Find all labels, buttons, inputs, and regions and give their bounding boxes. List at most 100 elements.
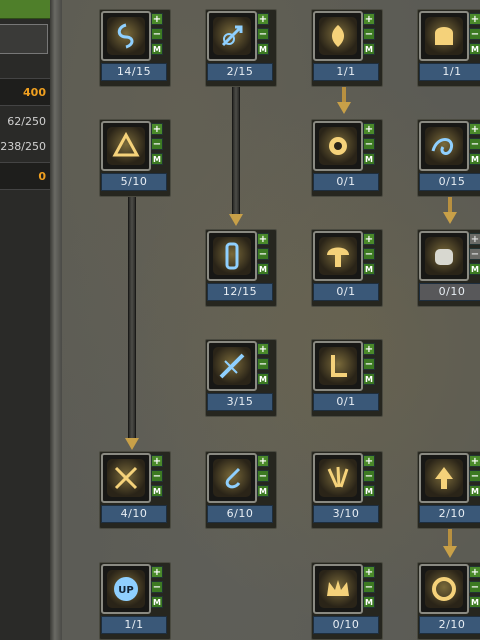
skill-minus-button[interactable]: − xyxy=(363,28,375,40)
skill-minus-button[interactable]: − xyxy=(257,470,269,482)
skill-plus-button[interactable]: + xyxy=(363,566,375,578)
skill-plus-button[interactable]: + xyxy=(151,566,163,578)
skill-plus-button[interactable]: + xyxy=(257,13,269,25)
skill-card-s5[interactable]: + − M 5/10 xyxy=(99,119,171,197)
skill-icon-frame[interactable] xyxy=(313,231,363,281)
skill-minus-button[interactable]: − xyxy=(363,138,375,150)
skill-max-button[interactable]: M xyxy=(469,43,480,55)
skill-card-s19[interactable]: + − M 2/10 xyxy=(417,562,480,640)
skill-icon-frame[interactable] xyxy=(419,11,469,61)
skill-card-s8[interactable]: + − M 12/15 xyxy=(205,229,277,307)
skill-plus-button[interactable]: + xyxy=(151,123,163,135)
skill-card-s2[interactable]: + − M 2/15 xyxy=(205,9,277,87)
skill-max-button[interactable]: M xyxy=(363,485,375,497)
skill-level: 2/10 xyxy=(419,505,480,523)
skill-plus-button[interactable]: + xyxy=(151,13,163,25)
skill-max-button[interactable]: M xyxy=(151,485,163,497)
skill-plus-button[interactable]: + xyxy=(151,455,163,467)
skill-minus-button[interactable]: − xyxy=(151,138,163,150)
skill-minus-button[interactable]: − xyxy=(257,358,269,370)
swirl-hook-icon xyxy=(213,459,251,497)
skill-max-button[interactable]: M xyxy=(257,485,269,497)
skill-minus-button[interactable]: − xyxy=(469,248,480,260)
skill-icon-frame[interactable] xyxy=(101,121,151,171)
skill-plus-button[interactable]: + xyxy=(363,123,375,135)
skill-minus-button[interactable]: − xyxy=(363,358,375,370)
skill-max-button[interactable]: M xyxy=(469,485,480,497)
skill-icon-frame[interactable] xyxy=(207,11,257,61)
skill-plus-button[interactable]: + xyxy=(257,233,269,245)
skill-buttons: + − M xyxy=(363,455,377,500)
skill-minus-button[interactable]: − xyxy=(257,28,269,40)
skill-card-s4[interactable]: + − M 1/1 xyxy=(417,9,480,87)
skill-buttons: + − M xyxy=(151,455,165,500)
skill-max-button[interactable]: M xyxy=(151,43,163,55)
skill-plus-button[interactable]: + xyxy=(469,566,480,578)
skill-plus-button[interactable]: + xyxy=(257,455,269,467)
skill-minus-button[interactable]: − xyxy=(469,138,480,150)
skill-plus-button[interactable]: + xyxy=(363,233,375,245)
skill-max-button[interactable]: M xyxy=(257,263,269,275)
skill-icon-frame[interactable] xyxy=(313,341,363,391)
skill-max-button[interactable]: M xyxy=(469,596,480,608)
skill-card-s14[interactable]: + − M 6/10 xyxy=(205,451,277,529)
skill-card-s12[interactable]: + − M 0/1 xyxy=(311,339,383,417)
skill-max-button[interactable]: M xyxy=(363,263,375,275)
skill-icon-frame[interactable] xyxy=(207,231,257,281)
skill-icon-frame[interactable] xyxy=(101,11,151,61)
skill-max-button[interactable]: M xyxy=(363,596,375,608)
skill-icon-frame[interactable] xyxy=(313,564,363,614)
skill-card-s10[interactable]: + − M 0/10 xyxy=(417,229,480,307)
skill-card-s15[interactable]: + − M 3/10 xyxy=(311,451,383,529)
skill-card-s6[interactable]: + − M 0/1 xyxy=(311,119,383,197)
skill-minus-button[interactable]: − xyxy=(151,470,163,482)
skill-card-s3[interactable]: + − M 1/1 xyxy=(311,9,383,87)
skill-max-button[interactable]: M xyxy=(469,153,480,165)
skill-icon-frame[interactable]: UP xyxy=(101,564,151,614)
skill-minus-button[interactable]: − xyxy=(469,470,480,482)
skill-icon-frame[interactable] xyxy=(419,231,469,281)
skill-minus-button[interactable]: − xyxy=(363,470,375,482)
skill-max-button[interactable]: M xyxy=(469,263,480,275)
skill-icon-frame[interactable] xyxy=(207,453,257,503)
skill-plus-button[interactable]: + xyxy=(363,455,375,467)
skill-icon-frame[interactable] xyxy=(101,453,151,503)
skill-icon-frame[interactable] xyxy=(419,121,469,171)
skill-icon-frame[interactable] xyxy=(207,341,257,391)
skill-max-button[interactable]: M xyxy=(257,43,269,55)
skill-minus-button[interactable]: − xyxy=(151,581,163,593)
skill-plus-button[interactable]: + xyxy=(469,233,480,245)
skill-minus-button[interactable]: − xyxy=(469,581,480,593)
skill-icon-frame[interactable] xyxy=(313,121,363,171)
skill-minus-button[interactable]: − xyxy=(469,28,480,40)
skill-max-button[interactable]: M xyxy=(151,596,163,608)
skill-icon-frame[interactable] xyxy=(419,453,469,503)
skill-plus-button[interactable]: + xyxy=(469,123,480,135)
skill-plus-button[interactable]: + xyxy=(363,13,375,25)
skill-icon-frame[interactable] xyxy=(313,11,363,61)
skill-card-s13[interactable]: + − M 4/10 xyxy=(99,451,171,529)
skill-card-s17[interactable]: UP + − M 1/1 xyxy=(99,562,171,640)
skill-card-s1[interactable]: + − M 14/15 xyxy=(99,9,171,87)
skill-card-s11[interactable]: + − M 3/15 xyxy=(205,339,277,417)
skill-plus-button[interactable]: + xyxy=(363,343,375,355)
skill-max-button[interactable]: M xyxy=(363,373,375,385)
skill-minus-button[interactable]: − xyxy=(363,581,375,593)
skill-minus-button[interactable]: − xyxy=(257,248,269,260)
skill-plus-button[interactable]: + xyxy=(469,455,480,467)
skill-icon-frame[interactable] xyxy=(419,564,469,614)
skill-max-button[interactable]: M xyxy=(257,373,269,385)
skill-plus-button[interactable]: + xyxy=(469,13,480,25)
skill-minus-button[interactable]: − xyxy=(363,248,375,260)
skill-minus-button[interactable]: − xyxy=(151,28,163,40)
skill-max-button[interactable]: M xyxy=(363,43,375,55)
skill-card-s9[interactable]: + − M 0/1 xyxy=(311,229,383,307)
panel-input-box[interactable] xyxy=(0,24,48,54)
skill-card-s18[interactable]: + − M 0/10 xyxy=(311,562,383,640)
skill-plus-button[interactable]: + xyxy=(257,343,269,355)
skill-card-s16[interactable]: + − M 2/10 xyxy=(417,451,480,529)
skill-icon-frame[interactable] xyxy=(313,453,363,503)
skill-max-button[interactable]: M xyxy=(363,153,375,165)
skill-max-button[interactable]: M xyxy=(151,153,163,165)
skill-card-s7[interactable]: + − M 0/15 xyxy=(417,119,480,197)
